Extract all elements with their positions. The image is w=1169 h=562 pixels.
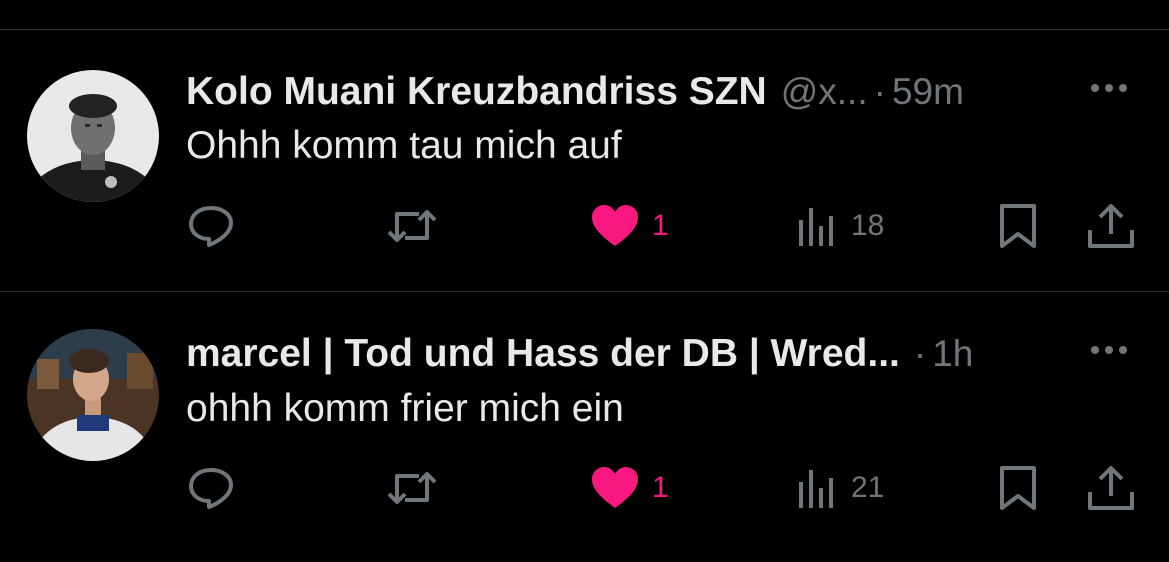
reply-button[interactable] [187, 464, 235, 512]
retweet-icon [387, 210, 437, 242]
share-upload-icon [1088, 466, 1134, 510]
tweet-actions: 1 18 [0, 202, 1169, 250]
user-handle[interactable]: @x... [781, 71, 868, 113]
separator-dot: · [873, 71, 886, 112]
views-button[interactable]: 18 [797, 202, 884, 250]
views-bar-chart-icon [799, 208, 833, 246]
tweet-header: Kolo Muani Kreuzbandriss SZN @x... · 59m [186, 64, 964, 120]
view-count: 18 [851, 209, 885, 242]
more-horizontal-icon[interactable] [1087, 78, 1131, 98]
views-bar-chart-icon [799, 470, 833, 508]
like-button[interactable]: 1 [590, 464, 669, 512]
timestamp[interactable]: 1h [932, 333, 973, 375]
tweet-actions: 1 21 [0, 464, 1169, 512]
avatar[interactable] [27, 70, 159, 202]
retweet-icon [387, 472, 437, 504]
display-name[interactable]: Kolo Muani Kreuzbandriss SZN [186, 70, 767, 114]
avatar[interactable] [27, 329, 159, 461]
like-count: 1 [652, 209, 669, 242]
reply-button[interactable] [187, 202, 235, 250]
share-button[interactable] [1086, 464, 1136, 512]
tweet[interactable]: Kolo Muani Kreuzbandriss SZN @x... · 59m… [0, 30, 1169, 292]
share-button[interactable] [1086, 202, 1136, 250]
like-count: 1 [652, 471, 669, 504]
bookmark-icon [1000, 204, 1036, 248]
tweet-text: Ohhh komm tau mich auf [186, 124, 622, 167]
display-name[interactable]: marcel | Tod und Hass der DB | Wred... [186, 332, 900, 376]
retweet-button[interactable] [385, 464, 439, 512]
share-upload-icon [1088, 204, 1134, 248]
tweet-header: marcel | Tod und Hass der DB | Wred... ·… [186, 326, 973, 382]
heart-filled-icon [592, 467, 638, 508]
timestamp[interactable]: 59m [892, 71, 964, 113]
bookmark-button[interactable] [996, 202, 1040, 250]
reply-icon [189, 206, 233, 247]
view-count: 21 [851, 471, 885, 504]
bookmark-button[interactable] [996, 464, 1040, 512]
retweet-button[interactable] [385, 202, 439, 250]
more-horizontal-icon[interactable] [1087, 340, 1131, 360]
bookmark-icon [1000, 466, 1036, 510]
separator-dot: · [913, 333, 927, 374]
reply-icon [189, 468, 233, 509]
tweet-text: ohhh komm frier mich ein [186, 387, 624, 430]
heart-filled-icon [592, 205, 638, 246]
tweet[interactable]: marcel | Tod und Hass der DB | Wred... ·… [0, 292, 1169, 554]
like-button[interactable]: 1 [590, 202, 669, 250]
views-button[interactable]: 21 [797, 464, 884, 512]
